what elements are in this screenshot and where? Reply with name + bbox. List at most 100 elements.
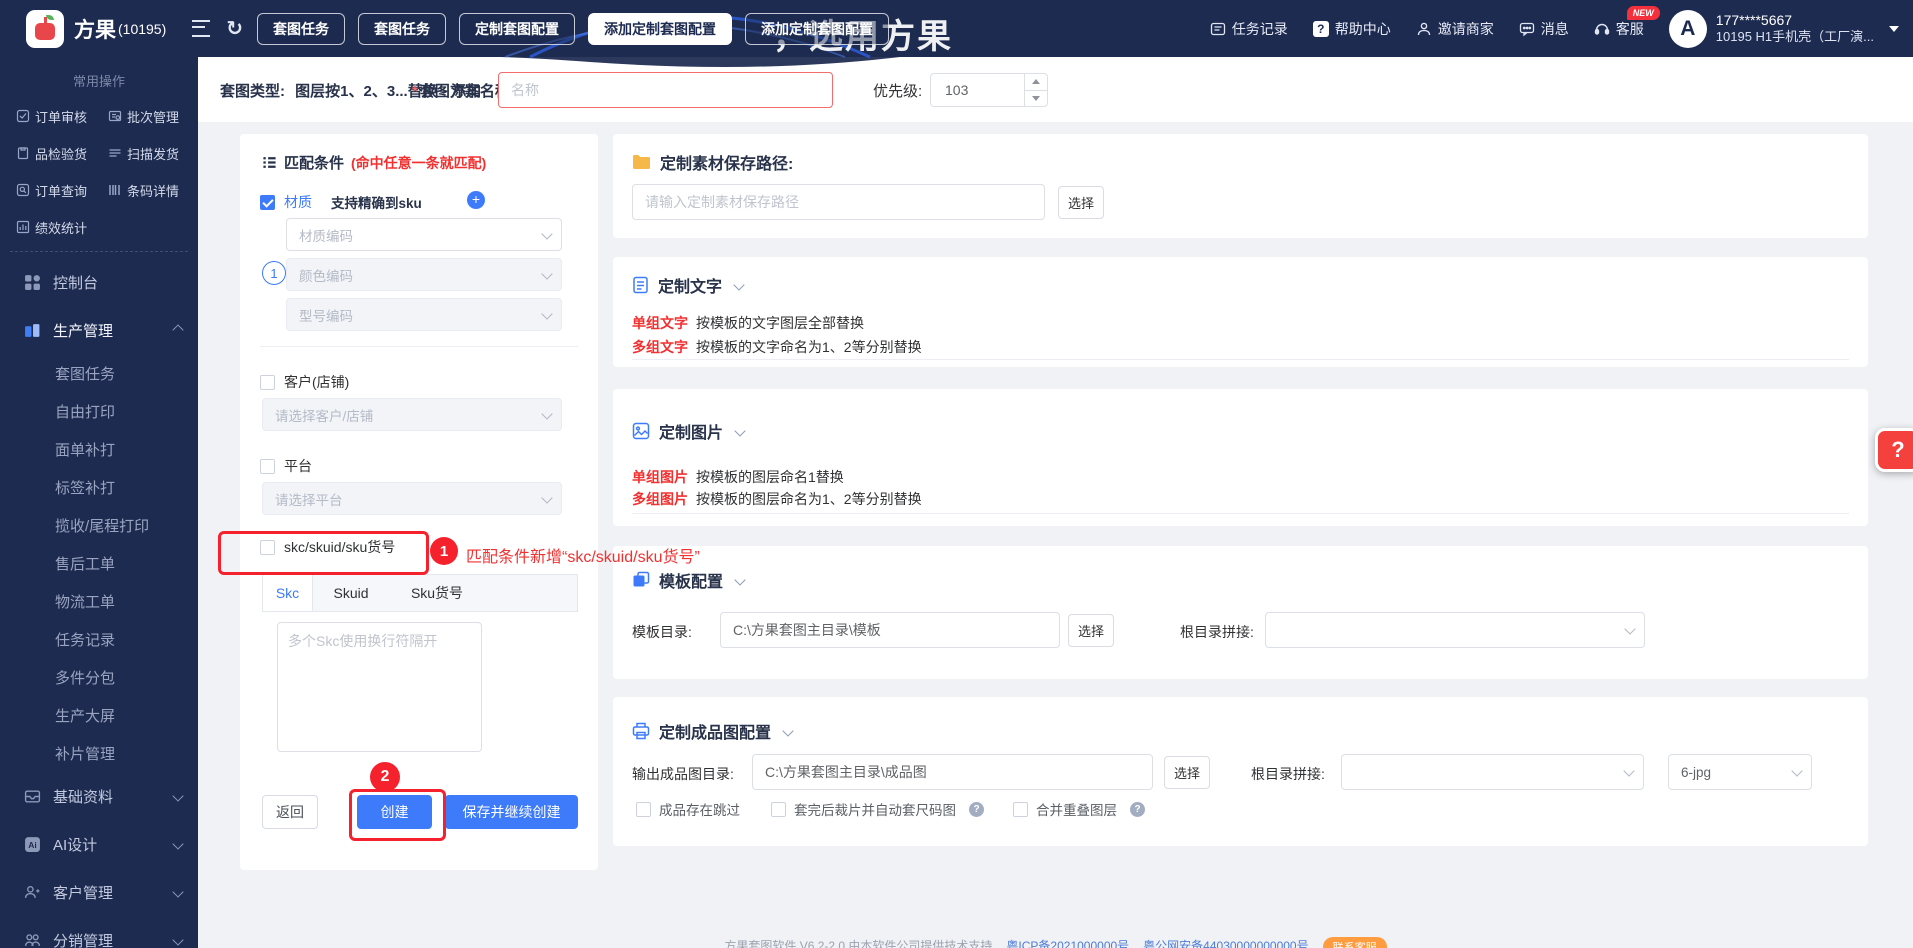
create-button[interactable]: 创建 (357, 795, 432, 829)
quick-scan-shipping[interactable]: 扫描发货 (108, 142, 194, 164)
material-path-input[interactable] (632, 184, 1045, 220)
submenu-multi-package[interactable]: 多件分包 (55, 658, 198, 696)
material-path-choose-button[interactable]: 选择 (1058, 186, 1104, 219)
priority-input[interactable] (931, 74, 1035, 106)
sidebar-item-console[interactable]: 控制台 (0, 258, 198, 306)
match-conditions-title: 匹配条件 (284, 155, 345, 172)
submenu-free-print[interactable]: 自由打印 (55, 392, 198, 430)
submenu-label-reprint[interactable]: 标签补打 (55, 468, 198, 506)
match-conditions-note: (命中任意一条就匹配) (351, 154, 487, 171)
customer-checkbox[interactable] (260, 374, 275, 390)
user-account-menu[interactable]: A 177****5667 10195 H1手机壳（工厂演... (1668, 9, 1899, 48)
output-format-select[interactable]: 6-jpg (1668, 754, 1812, 790)
save-and-continue-button[interactable]: 保存并继续创建 (445, 795, 578, 829)
sidebar-item-base-data[interactable]: 基础资料 (0, 772, 198, 820)
single-image-rule: 单组图片 按模板的图层命名1替换 (632, 467, 844, 487)
custom-image-header[interactable]: 定制图片 (632, 419, 746, 443)
output-dir-label: 输出成品图目录: (632, 766, 734, 782)
chevron-down-icon[interactable] (782, 725, 794, 737)
auto-size-checkbox[interactable] (771, 801, 786, 817)
back-button[interactable]: 返回 (262, 795, 318, 829)
chevron-down-icon[interactable] (733, 279, 745, 291)
plan-name-input[interactable] (498, 72, 833, 108)
output-dir-input[interactable] (752, 754, 1153, 790)
add-material-condition-icon[interactable]: + (467, 191, 485, 209)
nav-invite-merchant[interactable]: 邀请商家 (1416, 19, 1494, 39)
bar-chart-icon (16, 220, 30, 234)
priority-increase-button[interactable] (1025, 74, 1047, 91)
floating-help-button[interactable]: ? (1875, 428, 1913, 472)
chevron-down-icon[interactable] (734, 425, 746, 437)
submenu-aftersale-ticket[interactable]: 售后工单 (55, 544, 198, 582)
customer-select[interactable]: 请选择客户/店铺 (262, 398, 562, 431)
platform-checkbox[interactable] (260, 458, 275, 474)
user-dropdown-caret-icon[interactable] (1889, 25, 1899, 32)
collapse-menu-icon[interactable] (192, 20, 211, 37)
sidebar-item-distribution-management[interactable]: 分销管理 (0, 916, 198, 948)
quick-performance-stats[interactable]: 绩效统计 (16, 216, 108, 238)
model-code-select[interactable]: 型号编码 (286, 298, 562, 331)
output-root-select[interactable] (1341, 754, 1644, 790)
template-dir-choose-button[interactable]: 选择 (1068, 614, 1114, 647)
template-config-header[interactable]: 模板配置 (632, 568, 746, 592)
nav-task-record[interactable]: 任务记录 (1210, 19, 1288, 39)
quick-order-search[interactable]: 订单查询 (16, 179, 108, 201)
submenu-pickup-lastmile-print[interactable]: 揽收/尾程打印 (55, 506, 198, 544)
sidebar-item-customer-management[interactable]: 客户管理 (0, 868, 198, 916)
quick-quality-inspection[interactable]: 品检验货 (16, 142, 108, 164)
question-tooltip-icon[interactable]: ? (969, 801, 984, 817)
priority-decrease-button[interactable] (1025, 91, 1047, 107)
tab-set-image-task-2[interactable]: 套图任务 (358, 12, 447, 45)
nav-messages[interactable]: 消息 (1519, 19, 1569, 39)
footer-icp-link[interactable]: 粤ICP备2021000000号 (1006, 937, 1129, 948)
material-checkbox[interactable] (260, 194, 275, 210)
output-config-header[interactable]: 定制成品图配置 (632, 719, 794, 743)
footer-contact-button[interactable]: 联系客服 (1322, 937, 1387, 948)
merge-layers-check: 合并重叠图层 ? (1013, 799, 1145, 819)
order-audit-icon (16, 109, 30, 123)
tab-add-custom-set-config-2[interactable]: 添加定制套图配置 (745, 12, 890, 45)
custom-text-header[interactable]: 定制文字 (632, 273, 745, 297)
nav-customer-service[interactable]: 客服 NEW (1594, 5, 1660, 39)
tab-sku-code[interactable]: Sku货号 (389, 575, 485, 611)
console-grid-icon (24, 274, 40, 290)
footer-beian-link[interactable]: 粤公网安备44030000000000号 (1143, 937, 1308, 948)
submenu-logistics-ticket[interactable]: 物流工单 (55, 582, 198, 620)
sidebar-item-production[interactable]: 生产管理 (0, 306, 198, 354)
merge-layers-checkbox[interactable] (1013, 801, 1028, 817)
submenu-waybill-reprint[interactable]: 面单补打 (55, 430, 198, 468)
quick-batch-management[interactable]: 批次管理 (108, 105, 194, 127)
refresh-icon[interactable]: ↻ (226, 16, 243, 41)
header-right-cluster: 任务记录 ? 帮助中心 邀请商家 消息 客服 NEW A 177****5667… (1210, 5, 1899, 48)
output-dir-choose-button[interactable]: 选择 (1164, 756, 1210, 789)
platform-select[interactable]: 请选择平台 (262, 482, 562, 515)
template-dir-input[interactable] (720, 612, 1060, 648)
tab-custom-set-config[interactable]: 定制套图配置 (459, 12, 576, 45)
skc-list-textarea[interactable] (277, 622, 482, 752)
material-code-select[interactable]: 材质编码 (286, 218, 562, 251)
header-tab-bar: 套图任务 套图任务 定制套图配置 添加定制套图配置 添加定制套图配置 (257, 12, 890, 45)
tab-add-custom-set-config-active[interactable]: 添加定制套图配置 (588, 12, 733, 45)
quick-barcode-details[interactable]: 条码详情 (108, 179, 194, 201)
tab-skc[interactable]: Skc (263, 575, 313, 611)
tab-set-image-task-1[interactable]: 套图任务 (257, 12, 346, 45)
tab-skuid[interactable]: Skuid (313, 575, 389, 611)
help-icon: ? (1312, 20, 1329, 37)
sku-label: skc/skuid/sku货号 (284, 539, 396, 555)
template-root-select[interactable] (1265, 612, 1645, 648)
question-tooltip-icon[interactable]: ? (1130, 801, 1145, 817)
submenu-task-record[interactable]: 任务记录 (55, 620, 198, 658)
chevron-down-icon (541, 491, 553, 504)
sku-checkbox[interactable] (260, 539, 275, 555)
sidebar-item-ai-design[interactable]: Ai AI设计 (0, 820, 198, 868)
chevron-down-icon (172, 886, 184, 898)
quick-order-audit[interactable]: 订单审核 (16, 105, 108, 127)
color-code-select[interactable]: 颜色编码 (286, 258, 562, 291)
submenu-patch-management[interactable]: 补片管理 (55, 734, 198, 772)
nav-help-center[interactable]: ? 帮助中心 (1312, 19, 1391, 39)
submenu-production-screen[interactable]: 生产大屏 (55, 696, 198, 734)
help-center-label: 帮助中心 (1334, 20, 1391, 37)
chevron-down-icon[interactable] (734, 574, 746, 586)
submenu-set-image-task[interactable]: 套图任务 (55, 354, 198, 392)
skip-existing-checkbox[interactable] (636, 801, 651, 817)
